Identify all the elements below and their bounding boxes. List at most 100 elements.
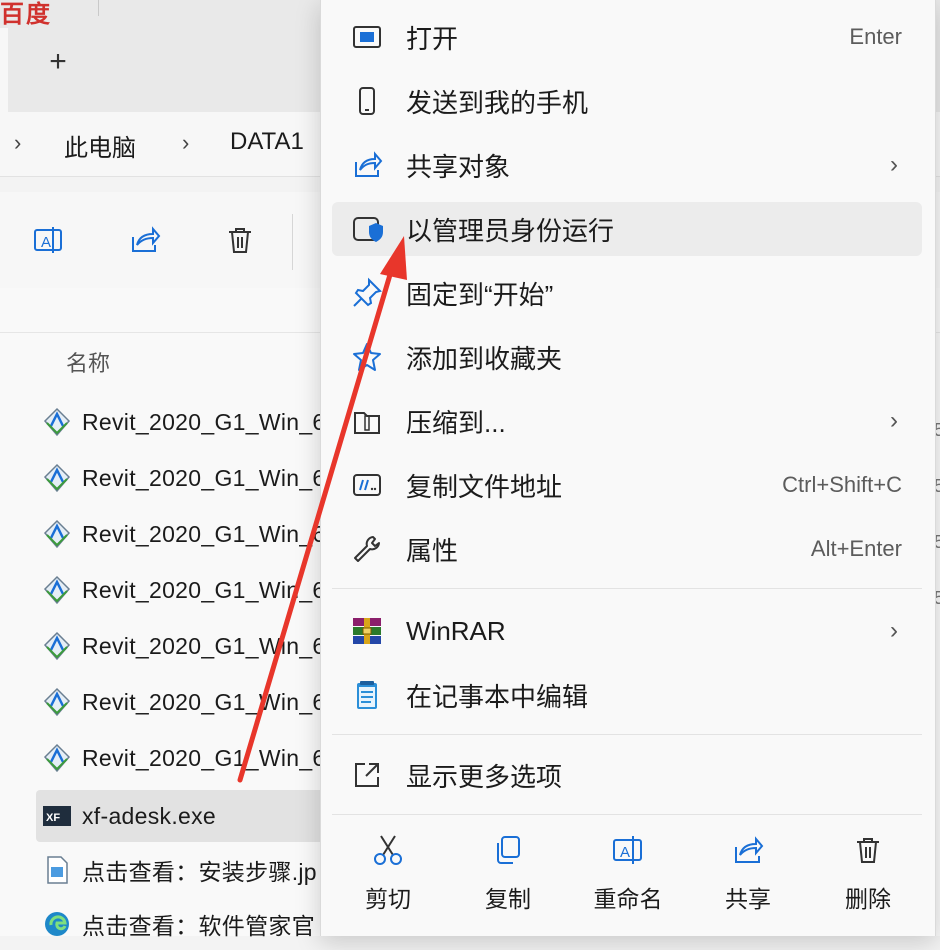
file-row[interactable]: Revit_2020_G1_Win_6	[36, 452, 336, 504]
menu-item-label: 固定到“开始”	[406, 279, 554, 310]
menu-item-label: 以管理员身份运行	[406, 215, 615, 246]
rename-icon[interactable]: A	[30, 222, 66, 258]
xf-exe-icon: XF	[42, 801, 72, 831]
file-name: Revit_2020_G1_Win_6	[82, 576, 326, 603]
tab-divider	[98, 0, 99, 16]
column-header-name[interactable]: 名称	[66, 346, 110, 378]
file-name: Revit_2020_G1_Win_6	[82, 744, 326, 771]
menu-item-label: 复制文件地址	[406, 471, 563, 502]
menu-item-send-to-phone[interactable]: 发送到我的手机	[332, 74, 922, 128]
chevron-right-icon: ›	[890, 151, 898, 178]
compress-icon	[350, 404, 384, 438]
quick-action-copy[interactable]: 复制	[463, 832, 553, 922]
file-name: Revit_2020_G1_Win_6	[82, 632, 326, 659]
open-icon	[350, 20, 384, 54]
menu-item-label: 添加到收藏夹	[406, 343, 563, 374]
more-options-icon	[350, 758, 384, 792]
menu-item-label: 压缩到...	[406, 407, 506, 438]
quick-action-label: 共享	[725, 886, 771, 912]
menu-item-copy-as-path[interactable]: 复制文件地址 Ctrl+Shift+C	[332, 458, 922, 512]
file-row[interactable]: Revit_2020_G1_Win_6	[36, 732, 336, 784]
menu-item-label: 共享对象	[406, 151, 511, 182]
menu-item-label: 发送到我的手机	[406, 87, 589, 118]
svg-text:A: A	[41, 234, 51, 251]
file-row[interactable]: Revit_2020_G1_Win_6	[36, 676, 336, 728]
cut-icon	[370, 832, 406, 868]
autodesk-installer-icon	[42, 743, 72, 773]
quick-action-delete[interactable]: 删除	[823, 832, 913, 922]
quick-action-label: 剪切	[365, 886, 411, 912]
svg-text:XF: XF	[46, 812, 60, 824]
share-icon[interactable]	[126, 222, 162, 258]
file-name: xf-adesk.exe	[82, 802, 216, 829]
rename-icon: A	[610, 832, 646, 868]
quick-action-label: 重命名	[593, 886, 663, 912]
menu-item-open[interactable]: 打开 Enter	[332, 10, 922, 64]
menu-item-shortcut: Alt+Enter	[810, 536, 902, 561]
menu-item-label: WinRAR	[406, 615, 506, 646]
autodesk-installer-icon	[42, 519, 72, 549]
autodesk-installer-icon	[42, 575, 72, 605]
wrench-icon	[350, 532, 384, 566]
autodesk-installer-icon	[42, 631, 72, 661]
autodesk-installer-icon	[42, 687, 72, 717]
quick-action-rename[interactable]: A 重命名	[583, 832, 673, 922]
autodesk-installer-icon	[42, 407, 72, 437]
file-row[interactable]: Revit_2020_G1_Win_6	[36, 396, 336, 448]
menu-item-compress-to[interactable]: 压缩到... ›	[332, 394, 922, 448]
file-row[interactable]: 点击查看：安装步骤.jp	[36, 844, 336, 896]
file-row[interactable]: XF xf-adesk.exe	[36, 790, 336, 842]
menu-separator	[332, 814, 922, 815]
menu-item-shortcut: Ctrl+Shift+C	[782, 472, 902, 497]
phone-icon	[350, 84, 384, 118]
menu-item-label: 在记事本中编辑	[406, 681, 589, 712]
menu-item-run-as-admin[interactable]: 以管理员身份运行	[332, 202, 922, 256]
admin-shield-icon	[350, 212, 384, 246]
share-icon	[350, 148, 384, 182]
brand-text: 百度	[0, 1, 52, 28]
svg-text:A: A	[620, 844, 630, 861]
menu-item-properties[interactable]: 属性 Alt+Enter	[332, 522, 922, 576]
new-tab-button[interactable]: +	[40, 44, 76, 80]
chevron-right-icon: ›	[890, 407, 898, 434]
copy-icon	[490, 832, 526, 868]
menu-item-pin-to-start[interactable]: 固定到“开始”	[332, 266, 922, 320]
breadcrumb-data1[interactable]: DATA1	[230, 128, 304, 156]
image-file-icon	[42, 855, 72, 885]
quick-action-label: 删除	[845, 886, 891, 912]
pin-icon	[350, 276, 384, 310]
file-name: Revit_2020_G1_Win_6	[82, 464, 326, 491]
menu-separator	[332, 588, 922, 589]
quick-action-cut[interactable]: 剪切	[343, 832, 433, 922]
file-name: Revit_2020_G1_Win_6	[82, 688, 326, 715]
toolbar-divider	[292, 214, 293, 270]
copy-path-icon	[350, 468, 384, 502]
menu-item-label: 打开	[406, 23, 459, 54]
menu-separator	[332, 734, 922, 735]
breadcrumb-separator: ›	[182, 130, 190, 155]
menu-item-show-more-options[interactable]: 显示更多选项	[332, 748, 922, 802]
active-tab[interactable]	[0, 28, 8, 112]
breadcrumb-separator: ›	[14, 130, 22, 155]
menu-item-share-with[interactable]: 共享对象 ›	[332, 138, 922, 192]
winrar-icon	[350, 614, 384, 648]
file-row[interactable]: Revit_2020_G1_Win_6	[36, 620, 336, 672]
menu-item-add-to-favorites[interactable]: 添加到收藏夹	[332, 330, 922, 384]
menu-item-shortcut: Enter	[849, 24, 902, 49]
breadcrumb-this-pc[interactable]: 此电脑	[64, 128, 136, 163]
file-row[interactable]: Revit_2020_G1_Win_6	[36, 564, 336, 616]
star-icon	[350, 340, 384, 374]
menu-item-edit-in-notepad[interactable]: 在记事本中编辑	[332, 668, 922, 722]
quick-action-share[interactable]: 共享	[703, 832, 793, 922]
file-row[interactable]: Revit_2020_G1_Win_6	[36, 508, 336, 560]
file-name: Revit_2020_G1_Win_6	[82, 520, 326, 547]
share-icon	[730, 832, 766, 868]
menu-item-label: 属性	[406, 535, 459, 566]
menu-item-winrar[interactable]: WinRAR ›	[332, 604, 922, 658]
quick-action-label: 复制	[485, 886, 531, 912]
delete-icon[interactable]	[222, 222, 258, 258]
file-row[interactable]: 点击查看：软件管家官	[36, 898, 336, 950]
autodesk-installer-icon	[42, 463, 72, 493]
file-name: Revit_2020_G1_Win_6	[82, 408, 326, 435]
edge-link-icon	[42, 909, 72, 939]
